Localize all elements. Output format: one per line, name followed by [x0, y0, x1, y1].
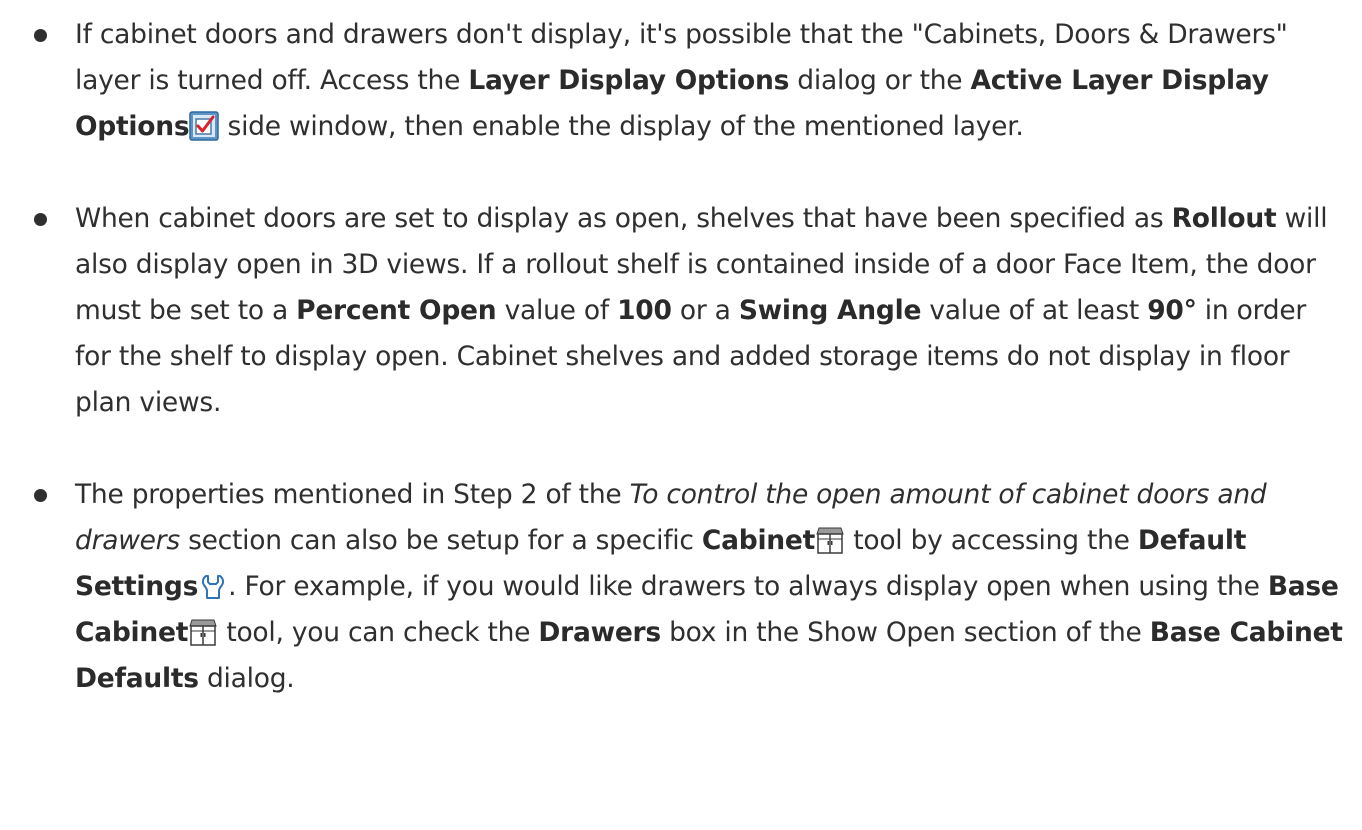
- note-text: side window, then enable the display of …: [219, 111, 1024, 142]
- note-text: dialog or the: [789, 65, 971, 96]
- note-text: dialog.: [198, 663, 295, 694]
- default-settings-icon: [198, 571, 228, 601]
- percent-open-label: Percent Open: [296, 295, 497, 326]
- cabinet-icon: [815, 525, 845, 555]
- list-item: When cabinet doors are set to display as…: [0, 196, 1362, 426]
- bullet-icon: [34, 213, 47, 226]
- note-text: or a: [671, 295, 739, 326]
- percent-value: 100: [617, 295, 672, 326]
- notes-list: If cabinet doors and drawers don't displ…: [0, 0, 1362, 702]
- swing-angle-label: Swing Angle: [738, 295, 922, 326]
- layer-display-checkbox-icon: [189, 111, 220, 141]
- base-cabinet-icon: [188, 617, 218, 647]
- note-text: . For example, if you would like drawers…: [228, 571, 1268, 602]
- note-text: tool by accessing the: [845, 525, 1138, 556]
- note-text: tool, you can check the: [218, 617, 539, 648]
- note-text: value of at least: [921, 295, 1148, 326]
- note-text: When cabinet doors are set to display as…: [75, 203, 1172, 234]
- bullet-icon: [34, 489, 47, 502]
- list-item: If cabinet doors and drawers don't displ…: [0, 12, 1362, 150]
- list-item: The properties mentioned in Step 2 of th…: [0, 472, 1362, 702]
- note-text: box in the Show Open section of the: [660, 617, 1150, 648]
- bullet-icon: [34, 29, 47, 42]
- cabinet-label: Cabinet: [701, 525, 816, 556]
- layer-display-options-label: Layer Display Options: [468, 65, 790, 96]
- rollout-label: Rollout: [1171, 203, 1277, 234]
- note-text: The properties mentioned in Step 2 of th…: [75, 479, 630, 510]
- note-text: value of: [496, 295, 618, 326]
- drawers-label: Drawers: [538, 617, 661, 648]
- note-text: section can also be setup for a specific: [179, 525, 702, 556]
- swing-angle-value: 90°: [1147, 295, 1197, 326]
